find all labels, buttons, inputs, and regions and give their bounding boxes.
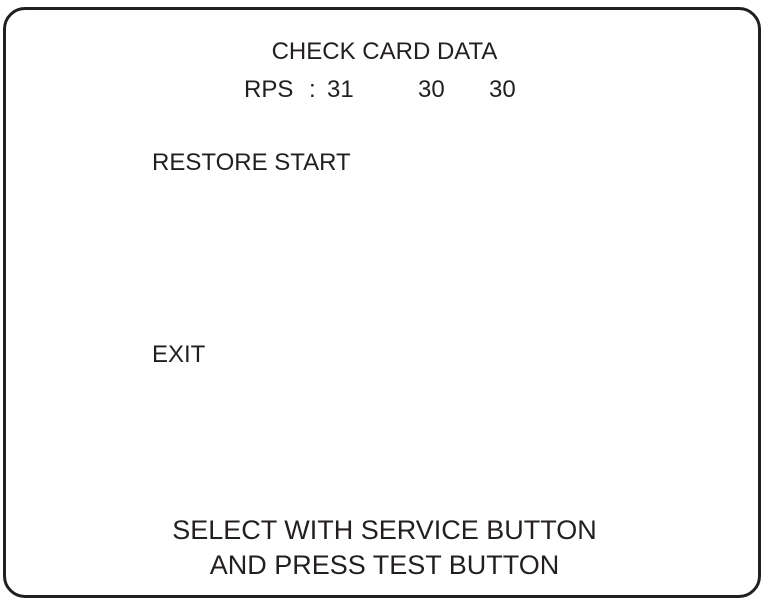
instruction-line-1: SELECT WITH SERVICE BUTTON <box>172 515 597 545</box>
menu-item-restore-start[interactable]: RESTORE START <box>152 149 351 177</box>
rps-separator: : <box>309 76 316 103</box>
rps-value-1: 31 <box>327 76 354 103</box>
rps-value-2: 30 <box>418 76 445 103</box>
menu-item-exit[interactable]: EXIT <box>152 341 205 369</box>
rps-label: RPS <box>244 76 294 103</box>
rps-value-3: 30 <box>489 76 516 103</box>
instruction-line-2: AND PRESS TEST BUTTON <box>209 550 560 580</box>
screen-title: CHECK CARD DATA <box>271 38 498 65</box>
rps-readout: RPS : 31 30 30 <box>0 76 769 104</box>
